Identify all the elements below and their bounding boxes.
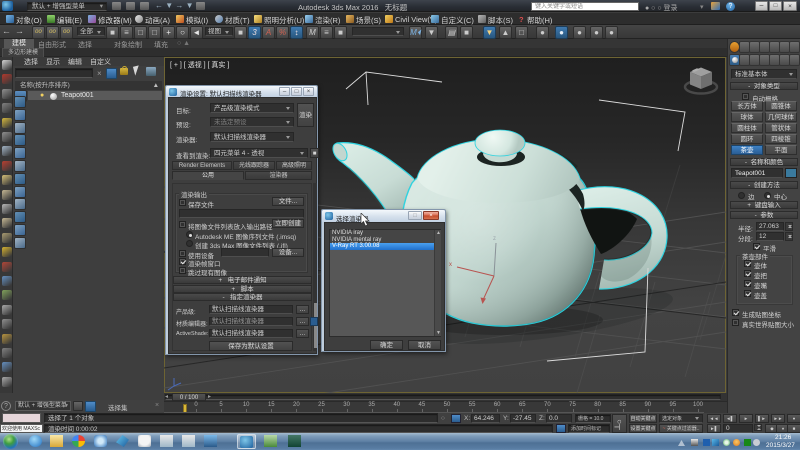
svg-text:x: x xyxy=(449,262,452,268)
svg-text:z: z xyxy=(493,236,496,242)
